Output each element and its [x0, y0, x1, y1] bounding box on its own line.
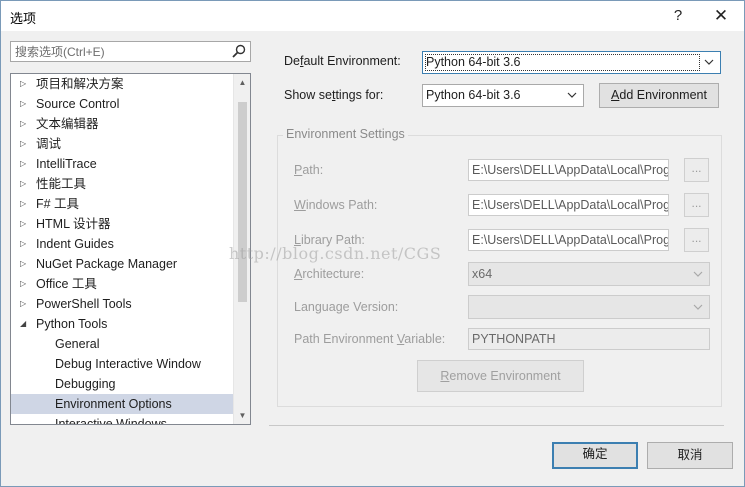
collapsed-arrow-icon[interactable]: ▷ — [20, 74, 30, 94]
tree-item-label: PowerShell Tools — [36, 297, 132, 311]
default-environment-dropdown[interactable]: Python 64-bit 3.6 — [422, 51, 721, 74]
collapsed-arrow-icon[interactable]: ▷ — [20, 214, 30, 234]
tree-item[interactable]: ▷ IntelliTrace — [11, 154, 233, 174]
tree-item-label: HTML 设计器 — [36, 217, 111, 231]
remove-environment-button[interactable]: Remove Environment — [417, 360, 584, 392]
tree-item[interactable]: ▷ Indent Guides — [11, 234, 233, 254]
path-browse-button[interactable]: ... — [684, 158, 709, 182]
tree-item-label: Interactive Windows — [55, 417, 167, 424]
tree-child-item[interactable]: Environment Options — [11, 394, 233, 414]
show-settings-label: Show settings for: — [284, 88, 384, 102]
scroll-thumb[interactable] — [238, 102, 247, 302]
tree-child-item[interactable]: Interactive Windows — [11, 414, 233, 424]
language-version-dropdown[interactable] — [468, 295, 710, 319]
tree-item[interactable]: ▷ 项目和解决方案 — [11, 74, 233, 94]
architecture-value: x64 — [472, 267, 493, 281]
title-bar: 选项 ? ✕ — [1, 1, 744, 31]
tree-item-label: Indent Guides — [36, 237, 114, 251]
tree-item-label: Source Control — [36, 97, 120, 111]
collapsed-arrow-icon[interactable]: ▷ — [20, 134, 30, 154]
add-environment-button[interactable]: Add Environment — [599, 83, 719, 108]
tree-item[interactable]: ▷ F# 工具 — [11, 194, 233, 214]
architecture-label: Architecture: — [294, 267, 365, 281]
tree-item[interactable]: ▷ PowerShell Tools — [11, 294, 233, 314]
search-input[interactable] — [11, 42, 221, 61]
library-path-field[interactable]: E:\Users\DELL\AppData\Local\Programs\Pyt… — [468, 229, 669, 251]
collapsed-arrow-icon[interactable]: ▷ — [20, 274, 30, 294]
cancel-button[interactable]: 取消 — [647, 442, 733, 469]
watermark: http://blog.csdn.net/CGS — [229, 244, 442, 263]
collapsed-arrow-icon[interactable]: ▷ — [20, 94, 30, 114]
tree-item[interactable]: ▷ 调试 — [11, 134, 233, 154]
collapsed-arrow-icon[interactable]: ▷ — [20, 194, 30, 214]
scroll-down-arrow-icon[interactable]: ▼ — [234, 407, 250, 424]
architecture-dropdown[interactable]: x64 — [468, 262, 710, 286]
chevron-down-icon — [704, 59, 714, 65]
collapsed-arrow-icon[interactable]: ▷ — [20, 294, 30, 314]
tree-child-item[interactable]: Debug Interactive Window — [11, 354, 233, 374]
tree-item[interactable]: ▷ 文本编辑器 — [11, 114, 233, 134]
tree-item[interactable]: ▷ HTML 设计器 — [11, 214, 233, 234]
close-button[interactable]: ✕ — [704, 1, 738, 31]
default-environment-label: Default Environment: — [284, 54, 401, 68]
language-version-label: Language Version: — [294, 300, 399, 314]
path-env-variable-label: Path Environment Variable: — [294, 332, 446, 346]
options-search-box[interactable] — [10, 41, 251, 62]
scroll-up-arrow-icon[interactable]: ▲ — [234, 74, 250, 91]
tree-item-label: Office 工具 — [36, 277, 97, 291]
default-environment-value: Python 64-bit 3.6 — [426, 55, 521, 69]
tree-child-item[interactable]: General — [11, 334, 233, 354]
help-button[interactable]: ? — [661, 1, 695, 31]
path-env-variable-field[interactable]: PYTHONPATH — [468, 328, 710, 350]
tree-item-label: Python Tools — [36, 317, 108, 331]
collapsed-arrow-icon[interactable]: ▷ — [20, 154, 30, 174]
tree-item[interactable]: ▷ Office 工具 — [11, 274, 233, 294]
tree-item-label: 性能工具 — [36, 177, 87, 191]
path-field[interactable]: E:\Users\DELL\AppData\Local\Programs\Pyt… — [468, 159, 669, 181]
collapsed-arrow-icon[interactable]: ▷ — [20, 114, 30, 134]
chevron-down-icon — [693, 304, 703, 310]
tree-item-label: Debugging — [55, 377, 116, 391]
path-label: Path: — [294, 163, 324, 177]
tree-item[interactable]: ▷ 性能工具 — [11, 174, 233, 194]
search-icon[interactable] — [231, 44, 247, 59]
collapsed-arrow-icon[interactable]: ▷ — [20, 254, 30, 274]
show-settings-value: Python 64-bit 3.6 — [426, 88, 521, 102]
ok-button[interactable]: 确定 — [552, 442, 638, 469]
window-title: 选项 — [10, 11, 37, 26]
tree-item-label: IntelliTrace — [36, 157, 97, 171]
tree-item-label: 文本编辑器 — [36, 117, 99, 131]
tree-item-label: Debug Interactive Window — [55, 357, 201, 371]
options-tree[interactable]: ▷ 项目和解决方案 ▷ Source Control ▷ 文本编辑器 ▷ 调试 ▷ Intelli… — [10, 73, 251, 425]
footer-separator — [269, 425, 724, 426]
tree-item-label: F# 工具 — [36, 197, 80, 211]
chevron-down-icon — [693, 271, 703, 277]
collapsed-arrow-icon[interactable]: ▷ — [20, 234, 30, 254]
environment-settings-title: Environment Settings — [283, 127, 408, 141]
tree-item[interactable]: ◢ Python Tools — [11, 314, 233, 334]
tree-item-label: General — [55, 337, 100, 351]
windows-path-field[interactable]: E:\Users\DELL\AppData\Local\Programs\Pyt… — [468, 194, 669, 216]
tree-child-item[interactable]: Debugging — [11, 374, 233, 394]
windows-path-label: Windows Path: — [294, 198, 378, 212]
collapsed-arrow-icon[interactable]: ▷ — [20, 174, 30, 194]
chevron-down-icon — [567, 92, 577, 98]
tree-item-label: 项目和解决方案 — [36, 77, 124, 91]
options-dialog: 选项 ? ✕ ▷项目和解决方案▷Source Control▷文本编辑器▷调试▷… — [0, 0, 745, 487]
library-path-browse-button[interactable]: ... — [684, 228, 709, 252]
show-settings-dropdown[interactable]: Python 64-bit 3.6 — [422, 84, 584, 107]
tree-item[interactable]: ▷ NuGet Package Manager — [11, 254, 233, 274]
expanded-arrow-icon[interactable]: ◢ — [20, 314, 30, 334]
tree-item[interactable]: ▷ Source Control — [11, 94, 233, 114]
windows-path-browse-button[interactable]: ... — [684, 193, 709, 217]
tree-item-label: Environment Options — [55, 397, 172, 411]
tree-item-label: 调试 — [36, 137, 62, 151]
tree-item-label: NuGet Package Manager — [36, 257, 178, 271]
tree-list: ▷ 项目和解决方案 ▷ Source Control ▷ 文本编辑器 ▷ 调试 ▷ Intelli… — [11, 74, 233, 424]
